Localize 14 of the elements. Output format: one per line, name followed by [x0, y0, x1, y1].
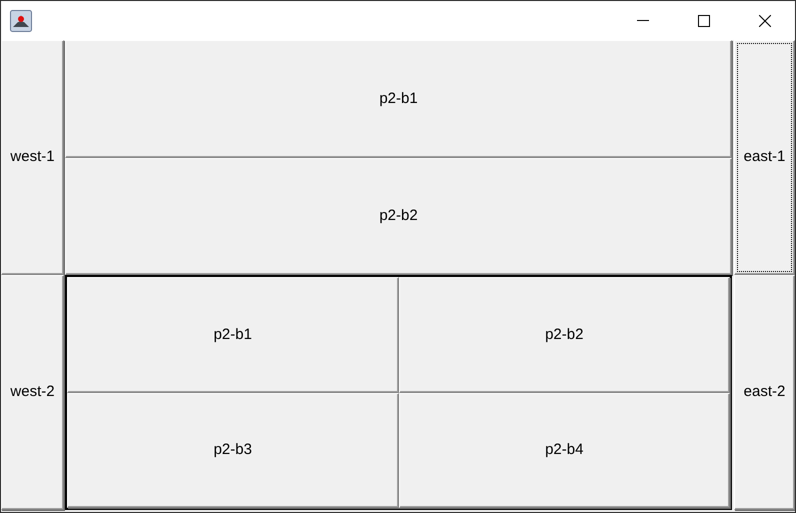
panel-button[interactable]: p2-b3	[67, 392, 398, 508]
maximize-icon	[698, 14, 710, 26]
panel-button[interactable]: p2-b2	[398, 277, 730, 392]
panel-button[interactable]: p2-b1	[67, 277, 398, 392]
panel-button[interactable]: p2-b2	[65, 158, 732, 275]
close-icon	[758, 14, 770, 26]
panel-button[interactable]: east-2	[734, 275, 795, 510]
app-icon	[10, 10, 32, 32]
panel-button[interactable]: p2-b4	[398, 392, 730, 508]
panel-button[interactable]: west-1	[1, 40, 64, 275]
panel-button[interactable]: west-2	[1, 275, 64, 510]
panel-button[interactable]: east-1	[734, 40, 795, 275]
panel-button[interactable]: p2-b1	[65, 40, 732, 158]
minimize-icon	[636, 20, 648, 21]
